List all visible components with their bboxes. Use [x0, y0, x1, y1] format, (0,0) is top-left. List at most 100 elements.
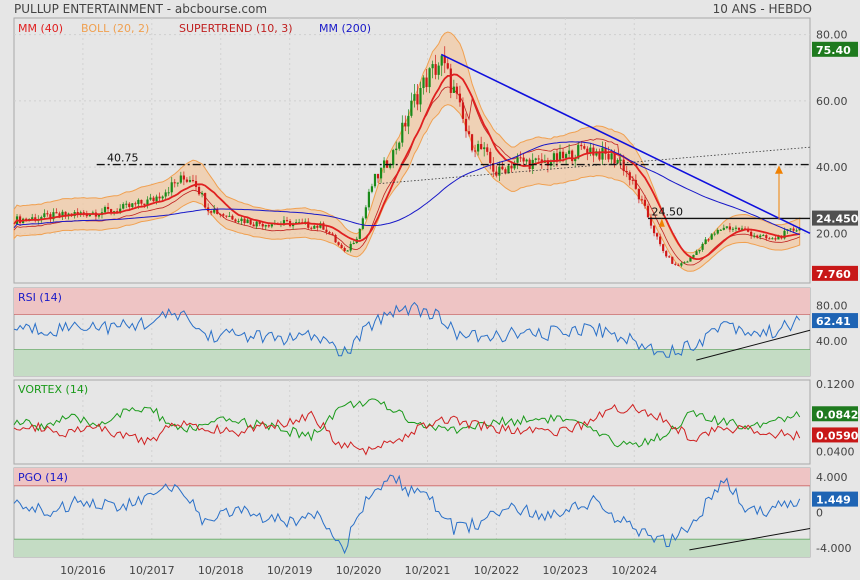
candle-body	[170, 182, 173, 193]
candle-body	[759, 235, 762, 238]
candle-body	[659, 236, 662, 245]
candle-body	[771, 238, 774, 240]
legend-entry-price: MM (200)	[319, 22, 371, 35]
candle-body	[191, 180, 195, 182]
candle-body	[765, 235, 768, 239]
last-value-tag-rsi: 62.41	[812, 313, 858, 329]
candle-body	[43, 213, 46, 218]
candle-body	[179, 175, 182, 183]
candle-body	[655, 233, 659, 237]
zone-oversold	[14, 349, 810, 376]
candle-body	[640, 199, 644, 201]
candle-body	[622, 159, 625, 172]
candle-body	[734, 227, 738, 229]
last-value-label: 7.760	[816, 268, 851, 281]
candle-body	[613, 153, 616, 164]
last-value-label: 0.0842	[816, 408, 858, 421]
candle-body	[631, 179, 634, 181]
candle-body	[710, 234, 713, 240]
x-tick-label: 10/2024	[611, 564, 657, 577]
x-tick-label: 10/2022	[474, 564, 520, 577]
candle-body	[373, 173, 377, 187]
candle-body	[674, 263, 677, 265]
y-tick-label-price: 80.00	[816, 29, 848, 42]
candle-body	[489, 151, 492, 163]
legend-entry-vortex: VORTEX (14)	[18, 383, 88, 396]
candle-body	[713, 233, 716, 235]
x-tick-label: 10/2018	[198, 564, 244, 577]
y-tick-label-pgo: 0	[816, 507, 823, 520]
candle-body	[416, 94, 419, 105]
candle-body	[246, 219, 249, 224]
candle-body	[510, 165, 513, 169]
candle-body	[686, 261, 689, 263]
candle-body	[477, 144, 480, 152]
candle-body	[704, 239, 707, 244]
candle-body	[204, 193, 207, 208]
legend-entry-price: SUPERTREND (10, 3)	[179, 22, 293, 35]
candle-body	[561, 151, 565, 159]
candle-body	[486, 147, 489, 152]
zone-overbought	[14, 468, 810, 486]
candle-body	[352, 242, 355, 244]
candle-body	[480, 144, 483, 150]
candle-body	[619, 159, 622, 161]
last-value-label: 62.41	[816, 315, 851, 328]
candle-body	[173, 182, 176, 184]
candle-body	[264, 225, 267, 227]
candle-body	[316, 225, 319, 228]
candle-body	[370, 186, 374, 192]
candle-body	[216, 209, 219, 215]
candle-body	[128, 203, 131, 207]
candle-body	[789, 228, 792, 230]
candle-body	[728, 226, 731, 230]
candle-body	[331, 233, 334, 235]
candle-body	[367, 191, 371, 208]
candle-body	[143, 203, 146, 206]
candle-body	[753, 235, 756, 237]
last-value-label: 75.40	[816, 44, 851, 57]
candle-body	[231, 215, 234, 220]
candle-body	[695, 251, 698, 255]
candle-body	[255, 221, 258, 227]
candle-body	[643, 199, 647, 206]
candle-body	[616, 159, 619, 164]
candle-body	[103, 207, 107, 213]
candle-body	[601, 147, 604, 160]
candle-body	[501, 166, 504, 170]
candle-body	[522, 157, 525, 162]
candle-body	[234, 219, 237, 222]
candle-body	[361, 218, 364, 229]
candle-body	[634, 179, 637, 189]
stock-chart: 40.75 24.50 MM (40) BOLL (20, 2) SUPERTREND …	[13, 17, 859, 577]
candle-body	[592, 147, 595, 156]
last-value-tag-price: 75.40	[812, 41, 858, 57]
candle-body	[240, 218, 243, 222]
candle-body	[328, 231, 331, 234]
candle-body	[219, 214, 222, 216]
candle-body	[756, 235, 759, 238]
x-tick-label: 10/2019	[267, 564, 313, 577]
candle-body	[707, 239, 710, 241]
zone-oversold	[14, 539, 810, 557]
candle-body	[222, 214, 225, 216]
candle-body	[722, 227, 725, 230]
candle-body	[379, 167, 383, 179]
candle-body	[106, 207, 110, 210]
y-tick-label-price: 40.00	[816, 161, 848, 174]
candle-body	[167, 192, 170, 194]
candle-body	[155, 196, 158, 202]
candle-body	[337, 242, 340, 245]
candle-body	[131, 203, 134, 207]
candle-body	[55, 212, 58, 214]
candle-body	[158, 196, 161, 199]
y-tick-label-pgo: -4.000	[816, 542, 851, 555]
candle-body	[458, 93, 462, 103]
candle-body	[395, 148, 398, 151]
candle-body	[225, 215, 228, 217]
y-tick-label-vortex: 0.1200	[816, 378, 855, 391]
candle-body	[652, 225, 656, 234]
candle-body	[731, 228, 735, 230]
candle-body	[407, 115, 410, 127]
candle-body	[343, 248, 346, 251]
